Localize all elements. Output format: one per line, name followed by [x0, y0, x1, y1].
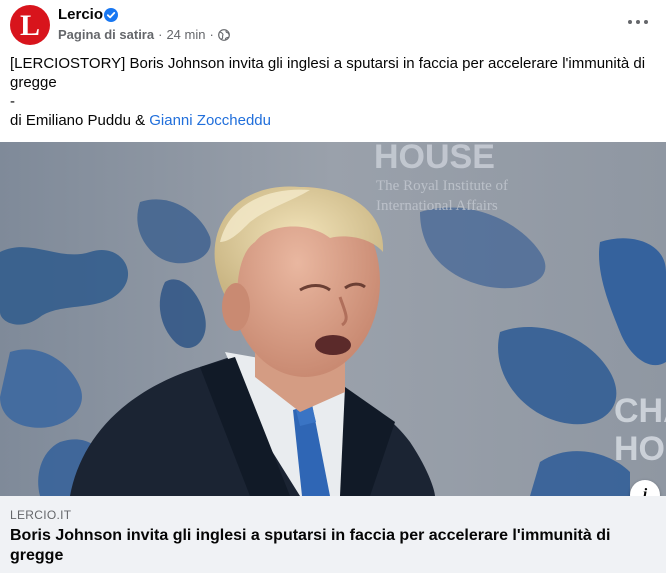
page-category: Pagina di satira — [58, 27, 155, 42]
post-header: L Lercio Pagina di satira · 24 min · — [0, 0, 666, 52]
post-byline: di Emiliano Puddu & Gianni Zoccheddu — [10, 111, 650, 130]
photo-side-text-2: HO — [614, 430, 665, 468]
post-separator: - — [10, 93, 15, 110]
avatar-letter: L — [19, 9, 40, 42]
globe-icon[interactable] — [217, 28, 230, 41]
page-avatar[interactable]: L — [10, 5, 50, 45]
post-photo[interactable]: HOUSE The Royal Institute of Internation… — [0, 142, 666, 496]
photo-bg-text-house: HOUSE — [374, 142, 495, 176]
post-title-line: [LERCIOSTORY] Boris Johnson invita gli i… — [10, 55, 646, 91]
meta-dot: · — [209, 27, 214, 42]
photo-bg-text-affairs: International Affairs — [376, 198, 498, 214]
photo-bg-text-royal: The Royal Institute of — [376, 178, 508, 194]
more-options-icon[interactable] — [628, 18, 648, 26]
link-preview-card[interactable]: LERCIO.IT Boris Johnson invita gli ingle… — [0, 496, 666, 573]
post-time-link[interactable]: 24 min — [166, 27, 205, 42]
facebook-post: L Lercio Pagina di satira · 24 min · [LE… — [0, 0, 666, 573]
page-name-link[interactable]: Lercio — [58, 6, 103, 23]
verified-badge-icon — [104, 8, 118, 22]
author-link[interactable]: Gianni Zoccheddu — [149, 112, 271, 129]
meta-dot: · — [158, 27, 163, 42]
photo-illustration: HOUSE The Royal Institute of Internation… — [0, 142, 666, 496]
link-title[interactable]: Boris Johnson invita gli inglesi a sputa… — [10, 526, 630, 566]
photo-side-text-1: CHA — [614, 392, 666, 430]
link-domain: LERCIO.IT — [10, 508, 72, 522]
post-text: [LERCIOSTORY] Boris Johnson invita gli i… — [10, 54, 650, 130]
byline-prefix: di Emiliano Puddu & — [10, 112, 150, 129]
post-meta: Pagina di satira · 24 min · — [58, 27, 230, 42]
